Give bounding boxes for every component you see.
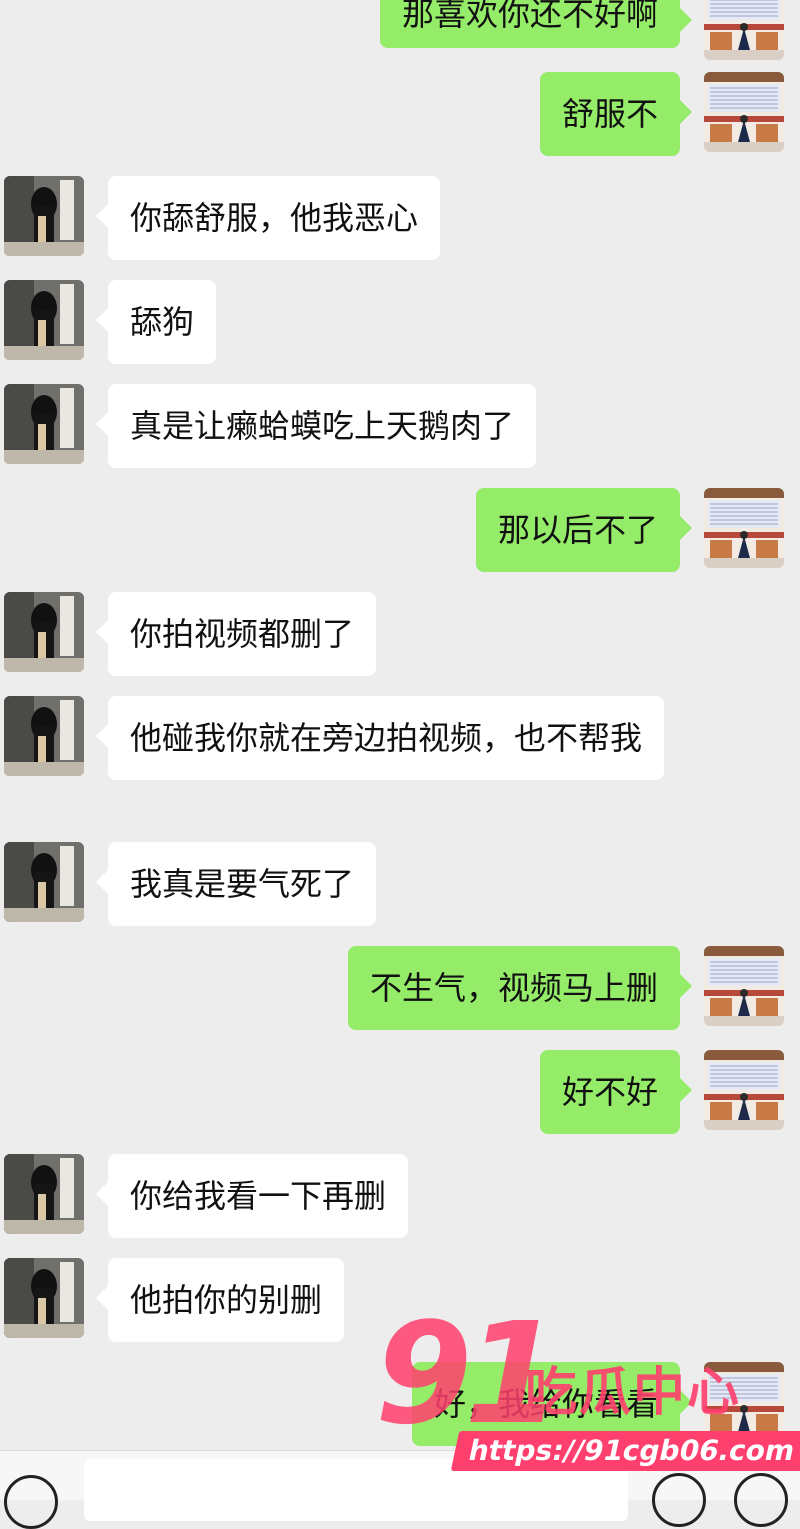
my-avatar[interactable] (704, 72, 784, 152)
message-bubble[interactable]: 好，我给你看看 (411, 1362, 693, 1446)
message-bubble[interactable]: 你给我看一下再删 (95, 1154, 409, 1238)
contact-avatar[interactable] (4, 696, 84, 776)
my-avatar[interactable] (704, 0, 784, 60)
message-bubble[interactable]: 不生气，视频马上删 (347, 946, 693, 1030)
contact-avatar[interactable] (4, 592, 84, 672)
message-bubble[interactable]: 你舔舒服，他我恶心 (95, 176, 441, 260)
contact-avatar[interactable] (4, 1154, 84, 1234)
message-bubble[interactable]: 好不好 (539, 1050, 693, 1134)
emoji-icon[interactable] (652, 1473, 706, 1527)
my-avatar[interactable] (704, 488, 784, 568)
message-bubble[interactable]: 真是让癞蛤蟆吃上天鹅肉了 (95, 384, 537, 468)
message-bubble[interactable]: 舒服不 (539, 72, 693, 156)
my-avatar[interactable] (704, 946, 784, 1026)
voice-icon[interactable] (4, 1475, 58, 1529)
message-bubble[interactable]: 那以后不了 (475, 488, 693, 572)
message-input[interactable] (84, 1459, 628, 1521)
contact-avatar[interactable] (4, 842, 84, 922)
contact-avatar[interactable] (4, 176, 84, 256)
input-bar (0, 1450, 800, 1529)
my-avatar[interactable] (704, 1050, 784, 1130)
message-bubble[interactable]: 他拍你的别删 (95, 1258, 345, 1342)
contact-avatar[interactable] (4, 384, 84, 464)
contact-avatar[interactable] (4, 1258, 84, 1338)
message-bubble[interactable]: 那喜欢你还不好啊 (379, 0, 693, 48)
message-bubble[interactable]: 你拍视频都删了 (95, 592, 377, 676)
message-bubble[interactable]: 舔狗 (95, 280, 217, 364)
message-bubble[interactable]: 我真是要气死了 (95, 842, 377, 926)
contact-avatar[interactable] (4, 280, 84, 360)
my-avatar[interactable] (704, 1362, 784, 1442)
chat-message-list[interactable]: 那喜欢你还不好啊 舒服不 你舔舒服，他我恶心 舔狗 真是让癞蛤蟆吃上天鹅肉了 那… (0, 0, 800, 1450)
plus-icon[interactable] (734, 1473, 788, 1527)
message-bubble[interactable]: 他碰我你就在旁边拍视频，也不帮我 (96, 696, 664, 780)
